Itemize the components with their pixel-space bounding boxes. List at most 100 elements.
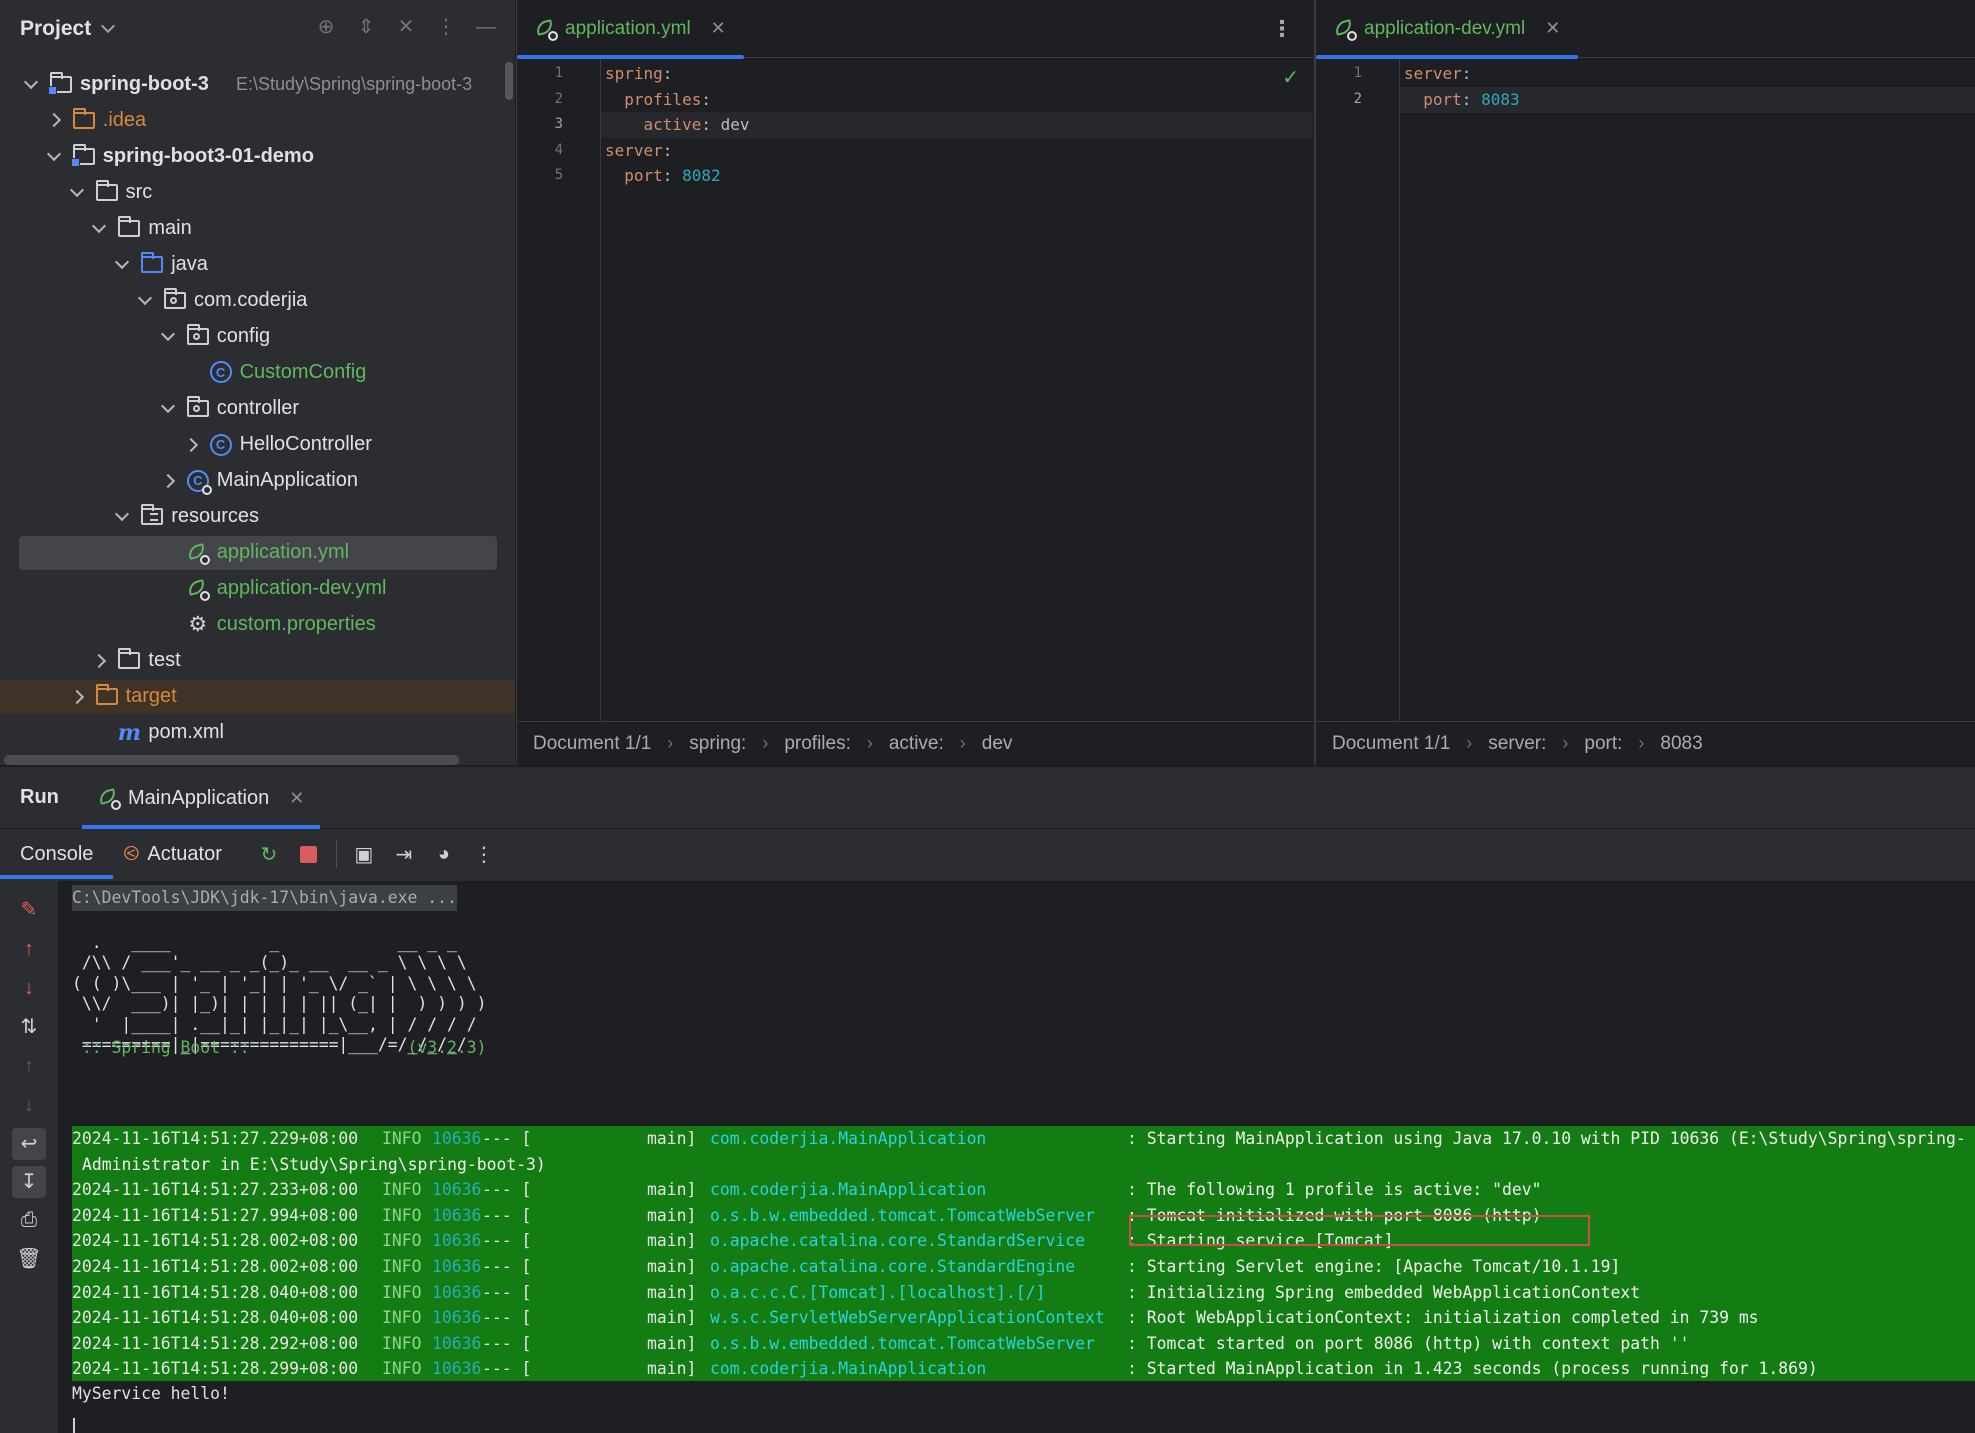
camera-icon[interactable]: ▣ (351, 841, 377, 867)
log-logger[interactable]: o.apache.catalina.core.StandardService (710, 1228, 1085, 1254)
chevron-right-icon[interactable] (68, 688, 86, 706)
chevron-right-icon[interactable] (45, 111, 63, 129)
tree-node[interactable]: test (0, 644, 515, 678)
rerun-icon[interactable]: ↻ (256, 841, 282, 867)
project-view-selector[interactable]: Project (20, 17, 91, 41)
tab-application-dev-yml[interactable]: application-dev.yml ✕ (1316, 0, 1579, 59)
run-config-tab[interactable]: MainApplication ✕ (82, 767, 321, 829)
log-row[interactable]: 2024-11-16T14:51:28.299+08:00 INFO 10636 --… (72, 1356, 1975, 1382)
code-line[interactable]: server: (1404, 61, 1975, 87)
expand-all-icon[interactable]: ⇕ (355, 16, 377, 38)
log-row[interactable]: 2024-11-16T14:51:28.292+08:00 INFO 10636 --… (72, 1331, 1975, 1357)
tree-vertical-scrollbar[interactable] (505, 62, 513, 100)
log-row[interactable]: 2024-11-16T14:51:28.002+08:00 INFO 10636 --… (72, 1228, 1975, 1254)
previous-occurrence-icon[interactable]: ↑ (16, 1053, 42, 1079)
soft-wrap-icon[interactable]: ↩ (12, 1128, 46, 1160)
breadcrumb-item[interactable]: profiles: (784, 733, 851, 755)
tree-node[interactable]: config (0, 319, 515, 353)
profiler-icon[interactable]: ◕ (431, 841, 457, 867)
code-editor[interactable]: 12345 spring: profiles: active: dev serve… (517, 59, 1313, 721)
breadcrumb-item[interactable]: server: (1488, 733, 1546, 755)
code-line[interactable]: port: 8083 (1400, 86, 1975, 113)
log-logger[interactable]: o.apache.catalina.core.StandardEngine (710, 1254, 1075, 1280)
tree-node[interactable]: .idea (0, 103, 515, 137)
tree-node[interactable]: com.coderjia (0, 283, 515, 317)
tree-node[interactable]: src (0, 175, 515, 209)
chevron-right-icon[interactable] (182, 436, 200, 454)
log-row[interactable]: 2024-11-16T14:51:28.040+08:00 INFO 10636 --… (72, 1305, 1975, 1331)
code-line[interactable]: spring: (605, 61, 1313, 87)
breadcrumb-item[interactable]: 8083 (1660, 733, 1702, 755)
code-line[interactable]: server: (605, 138, 1313, 164)
code-line[interactable]: port: 8082 (605, 163, 1313, 189)
log-logger[interactable]: com.coderjia.MainApplication (710, 1356, 986, 1382)
tree-node[interactable]: spring-boot-3 E:\Study\Spring\spring-boot… (0, 67, 515, 101)
log-logger[interactable]: w.s.c.ServletWebServerApplicationContext (710, 1305, 1105, 1331)
log-row[interactable]: 2024-11-16T14:51:27.994+08:00 INFO 10636 --… (72, 1203, 1975, 1229)
tree-node[interactable]: C CustomConfig (0, 355, 515, 389)
breadcrumb-item[interactable]: port: (1584, 733, 1622, 755)
log-row[interactable]: 2024-11-16T14:51:27.229+08:00 INFO 10636 --… (72, 1126, 1975, 1152)
more-options-icon[interactable]: ⋮ (1271, 16, 1293, 42)
stop-icon[interactable] (296, 841, 322, 867)
more-options-icon[interactable]: ⋮ (471, 841, 497, 867)
tree-node[interactable]: main (0, 211, 515, 245)
collapse-all-icon[interactable]: ✕ (395, 16, 417, 38)
breadcrumb-item[interactable]: dev (982, 733, 1013, 755)
tree-node[interactable]: java (0, 247, 515, 281)
log-logger[interactable]: o.s.b.w.embedded.tomcat.TomcatWebServer (710, 1331, 1095, 1357)
chevron-down-icon[interactable] (159, 398, 177, 417)
chevron-down-icon[interactable] (90, 218, 108, 237)
tree-horizontal-scrollbar[interactable] (4, 755, 459, 765)
tree-node[interactable]: controller (0, 391, 515, 425)
tree-node[interactable]: application-dev.yml (0, 572, 515, 606)
chevron-down-icon[interactable] (68, 182, 86, 201)
close-icon[interactable]: ✕ (1545, 18, 1560, 39)
log-logger[interactable]: o.a.c.c.C.[Tomcat].[localhost].[/] (710, 1280, 1046, 1306)
tree-node[interactable]: C MainApplication (0, 464, 515, 498)
log-logger[interactable]: com.coderjia.MainApplication (710, 1177, 986, 1203)
log-logger[interactable]: com.coderjia.MainApplication (710, 1126, 986, 1152)
log-row[interactable]: 2024-11-16T14:51:28.002+08:00 INFO 10636 --… (72, 1254, 1975, 1280)
tree-node[interactable]: resources (0, 500, 515, 534)
tree-node[interactable]: ⚙ custom.properties (0, 608, 515, 642)
tree-node[interactable]: target (0, 679, 515, 714)
hide-icon[interactable]: — (475, 16, 497, 38)
down-arrow-icon[interactable]: ↓ (16, 975, 42, 1001)
tree-node[interactable]: C HelloController (0, 428, 515, 462)
delete-icon[interactable]: 🗑 (16, 1246, 42, 1272)
up-arrow-icon[interactable]: ↑ (16, 936, 42, 962)
tree-node[interactable]: application.yml (19, 535, 497, 570)
log-logger[interactable]: o.s.b.w.embedded.tomcat.TomcatWebServer (710, 1203, 1095, 1229)
command-line[interactable]: C:\DevTools\JDK\jdk-17\bin\java.exe ... (72, 885, 457, 911)
locate-icon[interactable]: ⊕ (315, 16, 337, 38)
scroll-to-end-icon[interactable]: ↧ (12, 1166, 46, 1198)
tab-console[interactable]: Console (0, 829, 114, 879)
next-occurrence-icon[interactable]: ↓ (16, 1092, 42, 1118)
chevron-right-icon[interactable] (159, 472, 177, 490)
breadcrumb-item[interactable]: Document 1/1 (1332, 733, 1450, 755)
tab-actuator[interactable]: ⧀ Actuator (113, 829, 241, 879)
code-line[interactable]: active: dev (601, 112, 1313, 139)
log-row[interactable]: 2024-11-16T14:51:27.233+08:00 INFO 10636 --… (72, 1177, 1975, 1203)
options-icon[interactable]: ⋮ (435, 16, 457, 38)
clear-edit-icon[interactable]: ✎ (16, 897, 42, 923)
print-icon[interactable]: ⎙ (16, 1207, 42, 1233)
console-output[interactable]: C:\DevTools\JDK\jdk-17\bin\java.exe ... … (58, 881, 1975, 1433)
no-problems-check-icon[interactable]: ✓ (1282, 65, 1299, 90)
chevron-down-icon[interactable] (101, 18, 116, 34)
exit-icon[interactable]: ⇥ (391, 841, 417, 867)
code-line[interactable]: profiles: (605, 87, 1313, 113)
close-icon[interactable]: ✕ (289, 788, 304, 809)
chevron-down-icon[interactable] (22, 74, 40, 93)
chevron-down-icon[interactable] (45, 146, 63, 165)
tree-node[interactable]: m pom.xml (0, 716, 515, 750)
breadcrumb-item[interactable]: Document 1/1 (533, 733, 651, 755)
code-editor[interactable]: 12 server: port: 8083 (1316, 59, 1975, 721)
chevron-down-icon[interactable] (136, 290, 154, 309)
close-icon[interactable]: ✕ (711, 18, 726, 39)
chevron-down-icon[interactable] (113, 507, 131, 526)
breadcrumb-item[interactable]: spring: (689, 733, 746, 755)
tree-node[interactable]: spring-boot3-01-demo (0, 139, 515, 173)
chevron-right-icon[interactable] (90, 652, 108, 670)
